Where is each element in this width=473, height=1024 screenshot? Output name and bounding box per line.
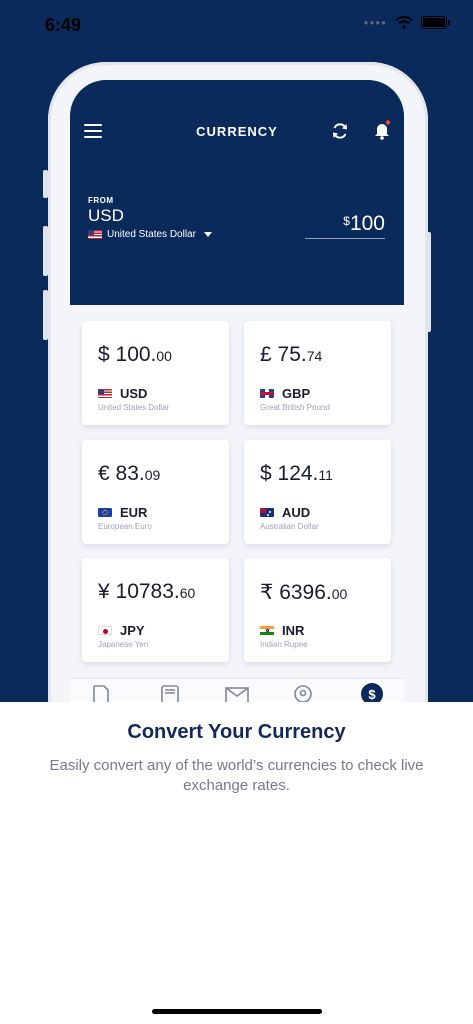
card-currency-code: AUD xyxy=(260,505,310,520)
chevron-down-icon xyxy=(203,232,212,237)
in-flag-icon xyxy=(260,626,274,635)
currency-icon[interactable]: $ xyxy=(360,682,384,702)
card-value: £ 75.74 xyxy=(260,343,323,366)
currency-card-aud[interactable]: $ 124.11 AUD Australian Dollar xyxy=(244,440,391,544)
app-header xyxy=(70,80,404,305)
card-currency-code: USD xyxy=(98,386,147,401)
gb-flag-icon xyxy=(260,389,274,398)
currency-card-gbp[interactable]: £ 75.74 GBP Great British Pound xyxy=(244,321,391,425)
currency-card-inr[interactable]: ₹ 6396.00 INR Indian Rupee xyxy=(244,558,391,662)
card-currency-name: United States Dollar xyxy=(98,403,170,412)
mail-icon[interactable] xyxy=(224,685,250,702)
location-icon[interactable] xyxy=(292,685,314,702)
home-indicator[interactable] xyxy=(152,1009,322,1014)
card-currency-code: EUR xyxy=(98,505,147,520)
card-value: € 83.09 xyxy=(98,462,161,485)
card-currency-name: Japanese Yen xyxy=(98,640,149,649)
card-currency-code: GBP xyxy=(260,386,310,401)
hero-background: CURRENCY FROM USD United States Dollar $… xyxy=(0,0,473,702)
from-currency-dropdown[interactable]: United States Dollar xyxy=(88,229,212,240)
svg-text:$: $ xyxy=(368,687,376,702)
card-currency-code: INR xyxy=(260,623,304,638)
card-currency-name: Indian Rupee xyxy=(260,640,308,649)
from-currency-name: United States Dollar xyxy=(107,229,196,240)
eu-flag-icon xyxy=(98,508,112,517)
us-flag-icon xyxy=(98,389,112,398)
refresh-icon[interactable] xyxy=(330,121,350,141)
au-flag-icon xyxy=(260,508,274,517)
battery-icon xyxy=(421,16,450,29)
amount-input[interactable]: $100 xyxy=(305,212,385,239)
card-currency-name: Australian Dollar xyxy=(260,522,319,531)
menu-icon[interactable] xyxy=(84,124,102,138)
status-time: 6:49 xyxy=(45,15,82,35)
status-bar: 6:49 ●●●● xyxy=(0,0,473,50)
onboarding-description: Easily convert any of the world’s curren… xyxy=(49,757,424,794)
wifi-icon xyxy=(395,16,413,29)
from-label: FROM xyxy=(88,196,114,205)
onboarding-title: Convert Your Currency xyxy=(127,721,346,743)
card-value: $ 100.00 xyxy=(98,343,172,366)
card-currency-code: JPY xyxy=(98,623,145,638)
wallet-icon[interactable] xyxy=(158,685,182,702)
amount-currency-symbol: $ xyxy=(343,214,350,228)
app-title: CURRENCY xyxy=(196,124,278,139)
currency-card-jpy[interactable]: ¥ 10783.60 JPY Japanese Yen xyxy=(82,558,229,662)
bottom-navigation: $ xyxy=(70,678,404,702)
card-value: $ 124.11 xyxy=(260,462,333,485)
card-currency-name: Great British Pound xyxy=(260,403,330,412)
status-icons: ●●●● xyxy=(363,16,450,29)
amount-value: 100 xyxy=(349,212,385,235)
card-value: ¥ 10783.60 xyxy=(98,580,196,603)
jp-flag-icon xyxy=(98,626,112,635)
us-flag-icon xyxy=(88,230,102,239)
document-icon[interactable] xyxy=(90,685,112,702)
bell-icon[interactable] xyxy=(372,120,392,140)
signal-icon: ●●●● xyxy=(363,18,387,27)
currency-card-eur[interactable]: € 83.09 EUR European Euro xyxy=(82,440,229,544)
currency-card-usd[interactable]: $ 100.00 USD United States Dollar xyxy=(82,321,229,425)
from-currency-code: USD xyxy=(88,206,124,225)
card-value: ₹ 6396.00 xyxy=(260,581,348,604)
card-currency-name: European Euro xyxy=(98,522,152,531)
